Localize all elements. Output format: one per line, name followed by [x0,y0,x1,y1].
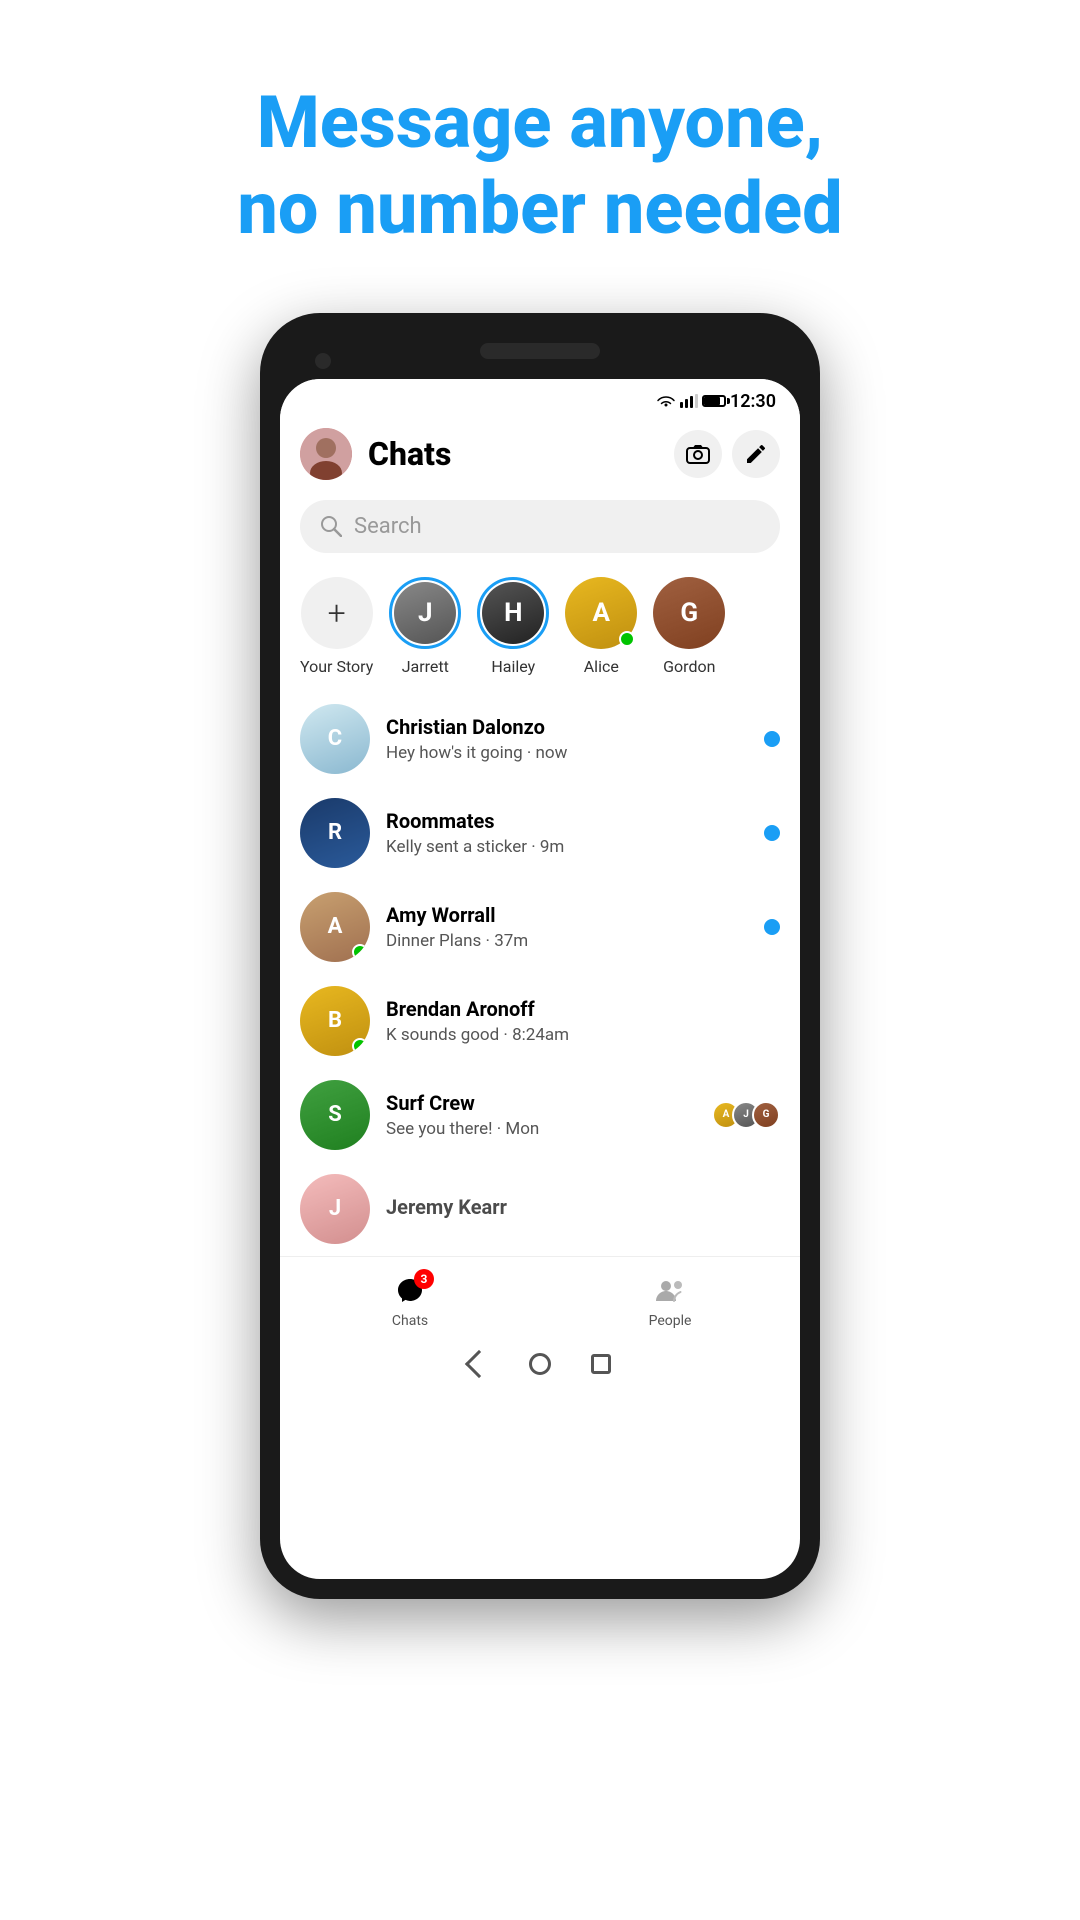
compose-button[interactable] [732,430,780,478]
chat-info-surf: Surf Crew See you there! · Mon [386,1091,696,1139]
nav-people[interactable]: People [540,1265,800,1337]
status-icons: 12:30 [656,391,776,412]
chat-name-roommates: Roommates [386,809,748,833]
bottom-nav: 3 Chats People [280,1256,800,1341]
search-icon [320,515,342,537]
chat-preview-surf: See you there! · Mon [386,1119,696,1139]
chat-avatar-surf: S [300,1080,370,1150]
phone-frame: 12:30 Chats [260,313,820,1599]
chat-preview-amy: Dinner Plans · 37m [386,931,748,951]
chat-avatar-jeremy: J [300,1174,370,1244]
story-gordon[interactable]: G Gordon [653,577,725,676]
chat-info-amy: Amy Worrall Dinner Plans · 37m [386,903,748,951]
story-hailey[interactable]: H Hailey [477,577,549,676]
chat-info-roommates: Roommates Kelly sent a sticker · 9m [386,809,748,857]
chat-name-surf: Surf Crew [386,1091,696,1115]
chat-info-christian: Christian Dalonzo Hey how's it going · n… [386,715,748,763]
hero-text: Message anyone, no number needed [197,0,882,313]
story-jarrett[interactable]: J Jarrett [389,577,461,676]
chat-avatar-amy: A [300,892,370,962]
chat-badge: 3 [414,1269,434,1289]
chat-item-christian[interactable]: C Christian Dalonzo Hey how's it going ·… [280,692,800,786]
clock: 12:30 [730,391,776,412]
chat-preview-christian: Hey how's it going · now [386,743,748,763]
chat-avatar-roommates: R [300,798,370,868]
chat-item-roommates[interactable]: R Roommates Kelly sent a sticker · 9m [280,786,800,880]
status-bar: 12:30 [280,379,800,416]
unread-indicator-roommates [764,825,780,841]
story-label-hailey: Hailey [491,657,535,676]
story-label-jarrett: Jarrett [402,657,449,676]
add-story-avatar: + [301,577,373,649]
phone-camera [315,353,331,369]
unread-indicator-christian [764,731,780,747]
story-avatar-gordon: G [653,577,725,649]
story-avatar-hailey: H [482,582,544,644]
chat-item-jeremy[interactable]: J Jeremy Kearr [280,1162,800,1256]
story-avatar-jarrett: J [394,582,456,644]
app-title: Chats [368,435,664,473]
story-your-story[interactable]: + Your Story [300,577,373,676]
hero-line2: no number needed [237,166,842,252]
back-button[interactable] [465,1350,493,1378]
signal-icon [680,394,698,408]
search-bar[interactable]: Search [300,500,780,553]
story-alice[interactable]: A Alice [565,577,637,676]
chat-info-brendan: Brendan Aronoff K sounds good · 8:24am [386,997,780,1045]
user-avatar-img [300,428,352,480]
home-button[interactable] [529,1353,551,1375]
phone-screen: 12:30 Chats [280,379,800,1579]
hero-line1: Message anyone, [237,80,842,166]
nav-chats-icon: 3 [392,1273,428,1309]
user-avatar[interactable] [300,428,352,480]
camera-icon [686,442,710,466]
chat-name-brendan: Brendan Aronoff [386,997,780,1021]
stories-row: + Your Story J Jarrett H [280,569,800,692]
nav-chats-label: Chats [392,1313,428,1329]
phone-notch [480,343,600,359]
chat-preview-roommates: Kelly sent a sticker · 9m [386,837,748,857]
app-header: Chats [280,416,800,492]
online-indicator-brendan [352,1038,368,1054]
online-indicator-alice [619,631,635,647]
chat-avatar-brendan: B [300,986,370,1056]
group-avatars-surf: A J G [712,1101,780,1129]
chat-list: C Christian Dalonzo Hey how's it going ·… [280,692,800,1256]
camera-button[interactable] [674,430,722,478]
unread-indicator-amy [764,919,780,935]
chat-name-jeremy: Jeremy Kearr [386,1195,780,1219]
nav-chats[interactable]: 3 Chats [280,1265,540,1337]
recents-button[interactable] [591,1354,611,1374]
people-icon [654,1275,686,1307]
android-nav-bar [280,1341,800,1383]
chat-preview-brendan: K sounds good · 8:24am [386,1025,780,1045]
online-indicator-amy [352,944,368,960]
chat-item-surf[interactable]: S Surf Crew See you there! · Mon A J G [280,1068,800,1162]
story-label-your-story: Your Story [300,657,373,676]
chat-avatar-christian: C [300,704,370,774]
chat-item-amy[interactable]: A Amy Worrall Dinner Plans · 37m [280,880,800,974]
chat-item-brendan[interactable]: B Brendan Aronoff K sounds good · 8:24am [280,974,800,1068]
chat-info-jeremy: Jeremy Kearr [386,1195,780,1223]
story-label-alice: Alice [584,657,619,676]
compose-icon [744,442,768,466]
chat-name-amy: Amy Worrall [386,903,748,927]
story-label-gordon: Gordon [663,657,715,676]
search-placeholder: Search [354,514,422,539]
wifi-icon [656,394,676,408]
battery-icon [702,395,726,407]
nav-people-icon [652,1273,688,1309]
nav-people-label: People [649,1313,692,1329]
chat-name-christian: Christian Dalonzo [386,715,748,739]
